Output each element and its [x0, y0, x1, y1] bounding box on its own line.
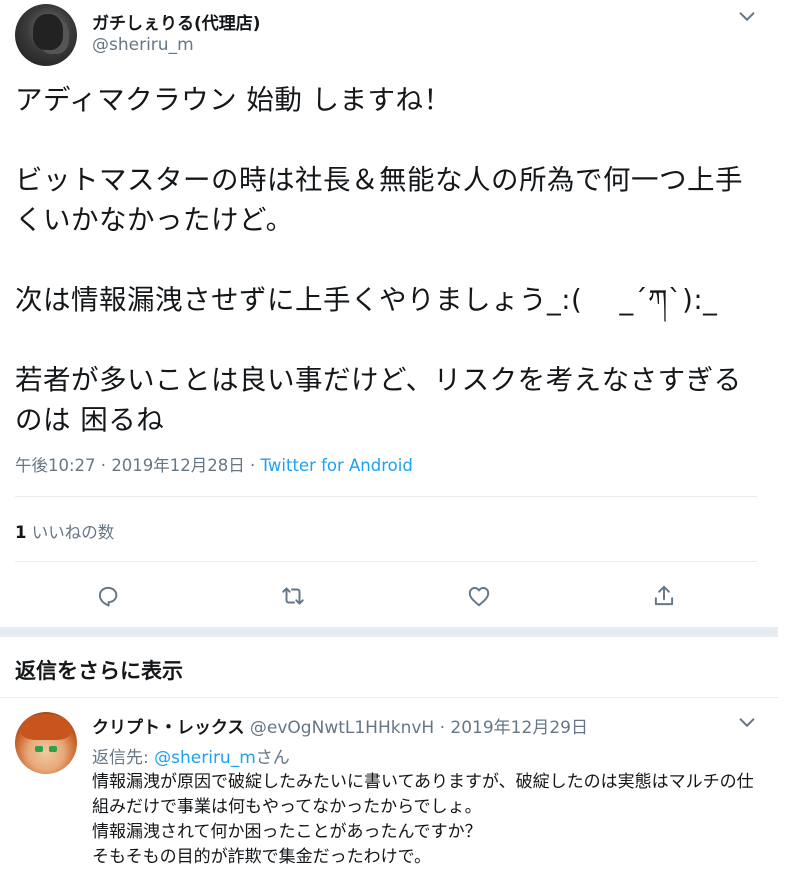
- tweet-text: アディマクラウン 始動 しますね！ ビットマスターの時は社長＆無能な人の所為で何…: [15, 84, 743, 436]
- avatar[interactable]: [15, 712, 77, 774]
- reply-username[interactable]: @evOgNwtL1HHknvH: [250, 718, 434, 738]
- reply-display-name[interactable]: クリプト・レックス: [92, 718, 245, 738]
- reply-text: 情報漏洩が原因で破綻したみたいに書いてありますが、破綻したのは実態はマルチの仕組…: [92, 772, 754, 867]
- page-edge: [778, 0, 800, 880]
- show-more-replies-link[interactable]: 返信をさらに表示: [15, 655, 183, 685]
- reply-icon[interactable]: [95, 583, 121, 609]
- reply-to-mention[interactable]: @sheriru_m: [154, 748, 256, 768]
- divider: [15, 561, 757, 562]
- chevron-down-icon[interactable]: [736, 712, 758, 734]
- reply-to-line: 返信先: @sheriru_mさん: [92, 743, 290, 768]
- tweet-timestamp: 午後10:27 · 2019年12月28日 · Twitter for Andr…: [15, 452, 413, 476]
- like-count-label: いいねの数: [31, 523, 115, 542]
- tweet-time[interactable]: 午後10:27: [15, 456, 96, 475]
- divider: [0, 697, 778, 698]
- heart-icon[interactable]: [466, 583, 492, 609]
- divider: [15, 496, 757, 497]
- avatar[interactable]: [15, 4, 77, 66]
- reply-to-suffix: さん: [255, 748, 290, 768]
- chevron-down-icon[interactable]: [736, 6, 758, 28]
- meta-separator: ·: [434, 718, 451, 738]
- meta-separator: ·: [244, 456, 261, 475]
- meta-separator: ·: [95, 456, 112, 475]
- display-name[interactable]: ガチしぇりる(代理店): [92, 9, 261, 34]
- tweet-date[interactable]: 2019年12月28日: [111, 456, 244, 475]
- share-icon[interactable]: [651, 583, 677, 609]
- username[interactable]: @sheriru_m: [92, 35, 194, 55]
- retweet-icon[interactable]: [280, 583, 306, 609]
- likes-count[interactable]: 1 いいねの数: [15, 519, 114, 543]
- reply-date[interactable]: 2019年12月29日: [450, 718, 588, 738]
- like-count-number: 1: [15, 523, 27, 542]
- reply-to-label: 返信先:: [92, 748, 155, 768]
- section-gap: [0, 627, 778, 637]
- reply-header: クリプト・レックス @evOgNwtL1HHknvH · 2019年12月29日: [92, 713, 588, 738]
- tweet-source-link[interactable]: Twitter for Android: [261, 456, 413, 475]
